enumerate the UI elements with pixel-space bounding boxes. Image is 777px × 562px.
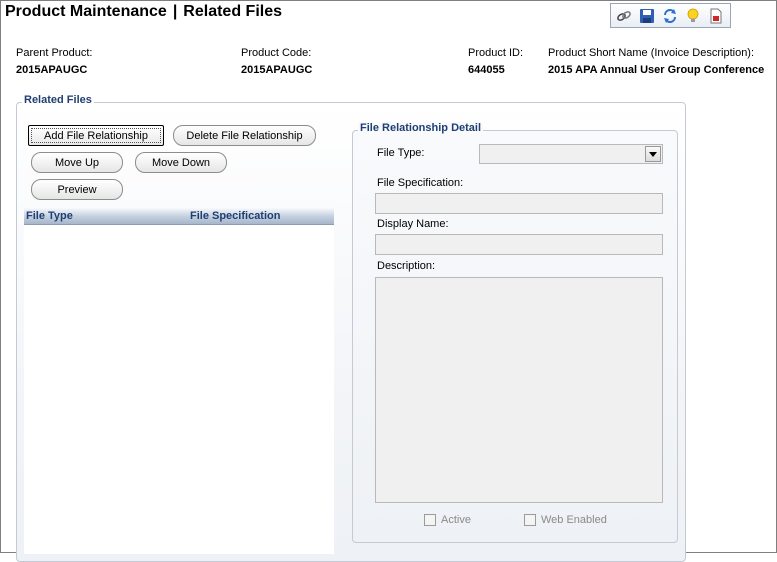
description-textarea[interactable]: [375, 277, 663, 503]
web-enabled-checkbox-wrap[interactable]: Web Enabled: [524, 514, 607, 526]
refresh-icon[interactable]: [661, 7, 679, 25]
display-name-input[interactable]: [375, 234, 663, 255]
display-name-label: Display Name:: [377, 218, 449, 230]
file-type-select[interactable]: [479, 144, 663, 164]
product-code-info: Product Code: 2015APAUGC: [241, 47, 312, 76]
parent-product-info: Parent Product: 2015APAUGC: [16, 47, 92, 76]
description-label: Description:: [377, 260, 436, 272]
file-specification-label: File Specification:: [377, 177, 464, 189]
lightbulb-icon[interactable]: [684, 7, 702, 25]
chevron-down-icon[interactable]: [645, 146, 661, 162]
page-title: Product Maintenance | Related Files: [5, 3, 282, 21]
page-title-main: Product Maintenance: [5, 3, 167, 20]
report-icon[interactable]: [707, 7, 725, 25]
save-icon[interactable]: [638, 7, 656, 25]
toolbar: [610, 3, 731, 28]
product-id-info: Product ID: 644055: [468, 47, 523, 76]
parent-product-value: 2015APAUGC: [16, 64, 88, 76]
preview-button[interactable]: Preview: [31, 179, 123, 200]
active-label: Active: [441, 514, 471, 526]
file-specification-input[interactable]: [375, 193, 663, 214]
product-id-label: Product ID:: [468, 47, 524, 59]
related-files-grid[interactable]: File Type File Specification: [24, 207, 334, 554]
title-separator: |: [172, 3, 178, 20]
product-id-value: 644055: [468, 64, 505, 76]
short-name-label: Product Short Name (Invoice Description)…: [548, 47, 755, 59]
file-relationship-detail-legend: File Relationship Detail: [358, 122, 484, 134]
move-down-button[interactable]: Move Down: [135, 152, 227, 173]
column-header-file-specification[interactable]: File Specification: [190, 210, 334, 222]
column-header-file-type[interactable]: File Type: [24, 210, 190, 222]
move-up-button[interactable]: Move Up: [31, 152, 123, 173]
short-name-info: Product Short Name (Invoice Description)…: [548, 47, 764, 76]
web-enabled-checkbox[interactable]: [524, 514, 536, 526]
related-files-legend: Related Files: [22, 94, 94, 106]
add-file-relationship-button[interactable]: Add File Relationship: [28, 125, 164, 146]
short-name-value: 2015 APA Annual User Group Conference: [548, 64, 765, 76]
active-checkbox[interactable]: [424, 514, 436, 526]
product-code-value: 2015APAUGC: [241, 64, 313, 76]
web-enabled-label: Web Enabled: [541, 514, 607, 526]
window: Product Maintenance | Related Files Parent…: [0, 0, 777, 562]
file-type-label: File Type:: [377, 147, 425, 159]
link-icon[interactable]: [615, 7, 633, 25]
active-checkbox-wrap[interactable]: Active: [424, 514, 471, 526]
parent-product-label: Parent Product:: [16, 47, 93, 59]
delete-file-relationship-button[interactable]: Delete File Relationship: [173, 125, 316, 146]
grid-header: File Type File Specification: [24, 207, 334, 225]
page-title-sub: Related Files: [183, 3, 282, 20]
product-code-label: Product Code:: [241, 47, 312, 59]
